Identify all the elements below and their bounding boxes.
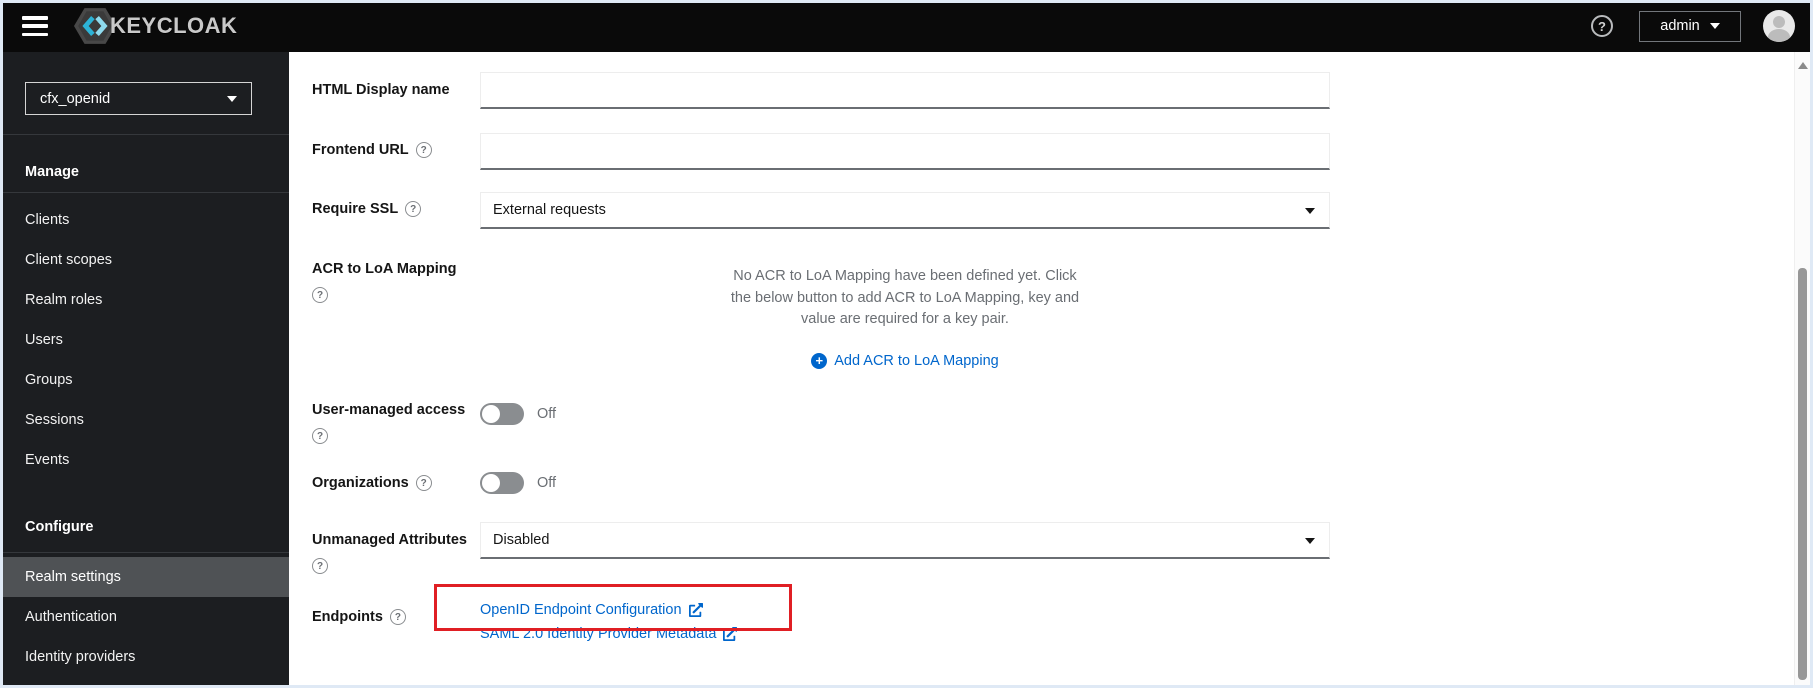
help-icon[interactable]: ? xyxy=(405,201,422,217)
external-link-icon xyxy=(688,603,703,617)
html-display-name-input[interactable] xyxy=(480,72,1330,109)
help-icon[interactable]: ? xyxy=(312,558,328,574)
avatar[interactable] xyxy=(1763,10,1795,42)
sidebar-item-realm-settings[interactable]: Realm settings xyxy=(0,557,289,597)
keycloak-logo[interactable]: KEYCLOAK xyxy=(74,8,237,44)
sidebar-item-realm-roles[interactable]: Realm roles xyxy=(0,280,289,320)
sidebar-item-groups[interactable]: Groups xyxy=(0,360,289,400)
plus-circle-icon: + xyxy=(811,353,828,369)
user-managed-access-label: User-managed access xyxy=(312,402,466,418)
require-ssl-select[interactable]: External requests xyxy=(480,192,1330,229)
avatar-head-icon xyxy=(1773,16,1785,28)
help-icon[interactable]: ? xyxy=(312,287,328,303)
vertical-scrollbar xyxy=(1794,52,1810,685)
help-icon[interactable]: ? xyxy=(415,475,432,491)
help-icon[interactable]: ? xyxy=(1591,15,1613,37)
frontend-url-label: Frontend URL ? xyxy=(312,142,432,158)
nav-section-configure: Configure xyxy=(25,519,94,535)
add-acr-mapping-container: + Add ACR to LoA Mapping xyxy=(480,352,1330,370)
brand-text: KEYCLOAK xyxy=(110,13,238,38)
sidebar-item-events[interactable]: Events xyxy=(0,440,289,480)
acr-mapping-empty-state: No ACR to LoA Mapping have been defined … xyxy=(730,268,1080,327)
help-icon[interactable]: ? xyxy=(415,142,432,158)
sidebar-item-client-scopes[interactable]: Client scopes xyxy=(0,240,289,280)
organizations-label: Organizations ? xyxy=(312,475,432,491)
nav-section-manage: Manage xyxy=(25,164,79,180)
require-ssl-value: External requests xyxy=(493,202,606,218)
user-menu-label: admin xyxy=(1660,18,1700,34)
frontend-url-input[interactable] xyxy=(480,133,1330,170)
unmanaged-attributes-label: Unmanaged Attributes xyxy=(312,532,467,548)
sidebar-item-users[interactable]: Users xyxy=(0,320,289,360)
endpoints-label: Endpoints ? xyxy=(312,609,406,625)
top-bar: KEYCLOAK ? admin xyxy=(0,0,1813,52)
sidebar: cfx_openid Manage Clients Client scopes … xyxy=(0,52,289,688)
sidebar-item-authentication[interactable]: Authentication xyxy=(0,597,289,637)
sidebar-divider xyxy=(0,552,289,553)
organizations-state: Off xyxy=(537,475,557,491)
unmanaged-attributes-select[interactable]: Disabled xyxy=(480,522,1330,559)
add-acr-mapping-button[interactable]: + Add ACR to LoA Mapping xyxy=(811,353,999,369)
scrollbar-thumb[interactable] xyxy=(1798,268,1807,680)
help-icon[interactable]: ? xyxy=(312,428,328,444)
sidebar-divider xyxy=(0,134,289,135)
sidebar-item-clients[interactable]: Clients xyxy=(0,200,289,240)
chevron-down-icon xyxy=(1305,538,1315,544)
chevron-down-icon xyxy=(227,95,237,102)
realm-selector-value: cfx_openid xyxy=(40,90,111,107)
toggle-knob xyxy=(482,474,500,492)
saml-metadata-link[interactable]: SAML 2.0 Identity Provider Metadata xyxy=(480,626,738,642)
scrollbar-up-arrow-icon[interactable] xyxy=(1798,62,1808,69)
sidebar-divider xyxy=(0,192,289,193)
realm-settings-form: HTML Display name Frontend URL ? Require… xyxy=(289,52,1794,688)
help-icon[interactable]: ? xyxy=(389,609,406,625)
realm-selector-dropdown[interactable]: cfx_openid xyxy=(25,82,252,115)
sidebar-item-sessions[interactable]: Sessions xyxy=(0,400,289,440)
html-display-name-label: HTML Display name xyxy=(312,82,450,98)
organizations-toggle[interactable] xyxy=(480,472,524,494)
keycloak-admin-console: KEYCLOAK ? admin cfx_openid Manage Clien… xyxy=(0,0,1813,688)
unmanaged-attributes-value: Disabled xyxy=(493,532,550,548)
external-link-icon xyxy=(723,627,738,641)
chevron-down-icon xyxy=(1305,208,1315,214)
avatar-body-icon xyxy=(1768,29,1790,42)
require-ssl-label: Require SSL ? xyxy=(312,201,422,217)
user-managed-access-toggle[interactable] xyxy=(480,403,524,425)
user-menu-dropdown[interactable]: admin xyxy=(1639,10,1741,42)
toggle-knob xyxy=(482,405,500,423)
configure-nav-items: Realm settings Authentication Identity p… xyxy=(0,557,289,677)
acr-mapping-label: ACR to LoA Mapping xyxy=(312,261,457,277)
sidebar-item-identity-providers[interactable]: Identity providers xyxy=(0,637,289,677)
hamburger-menu-icon[interactable] xyxy=(22,16,48,36)
manage-nav-items: Clients Client scopes Realm roles Users … xyxy=(0,200,289,480)
chevron-down-icon xyxy=(1709,23,1720,29)
user-managed-access-state: Off xyxy=(537,406,557,422)
openid-endpoint-configuration-link[interactable]: OpenID Endpoint Configuration xyxy=(480,602,703,618)
